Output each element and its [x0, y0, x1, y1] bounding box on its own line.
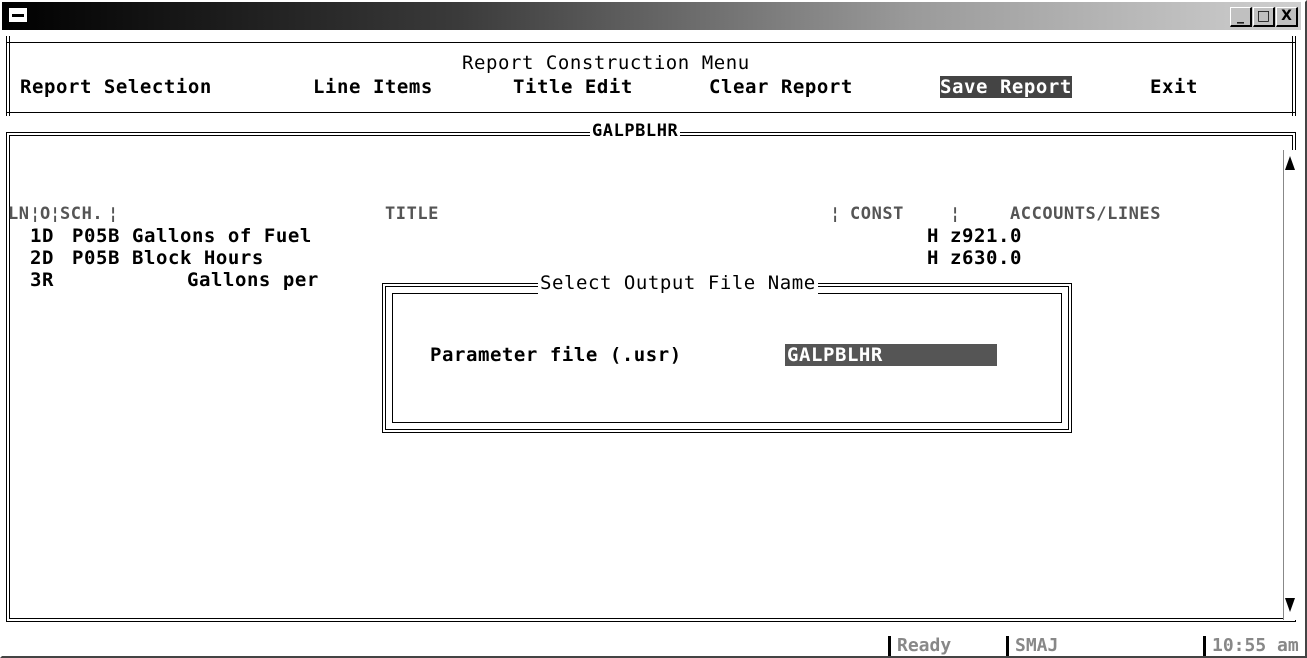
status-user: SMAJ [1006, 636, 1115, 656]
row-1-o: D [42, 225, 54, 247]
row-3-title: Gallons per [187, 269, 319, 291]
header-sch: SCH. [60, 204, 104, 224]
system-menu-icon[interactable] [8, 7, 28, 23]
row-2-o: D [42, 247, 54, 269]
parameter-file-input[interactable]: GALPBLHR [785, 344, 997, 366]
maximize-icon[interactable]: □ [1253, 7, 1275, 27]
row-1-sch: P05B [72, 225, 120, 247]
header-const: CONST [850, 204, 904, 224]
parameter-file-label: Parameter file (.usr) [430, 344, 682, 366]
scroll-down-icon[interactable] [1285, 598, 1295, 612]
row-3-o: R [42, 269, 54, 291]
row-2-title: Block Hours [132, 247, 264, 269]
header-title: TITLE [385, 204, 439, 224]
menu-item-exit[interactable]: Exit [1150, 76, 1198, 98]
status-bar: Ready SMAJ 10:55 am [0, 634, 1303, 656]
vertical-scrollbar[interactable] [1283, 150, 1297, 620]
row-3-ln: 3 [30, 269, 42, 291]
menu-title: Report Construction Menu [460, 52, 752, 74]
title-bar[interactable]: _ □ X [2, 2, 1301, 30]
status-time: 10:55 am [1203, 636, 1302, 656]
header-accounts: ACCOUNTS/LINES [1010, 204, 1161, 224]
dialog-title: Select Output File Name [538, 272, 818, 294]
menu-item-clear-report[interactable]: Clear Report [709, 76, 853, 98]
menu-item-save-report[interactable]: Save Report [940, 76, 1072, 98]
row-2-const: H [927, 247, 939, 269]
row-1-title: Gallons of Fuel [132, 225, 312, 247]
close-icon[interactable]: X [1276, 7, 1298, 27]
status-state: Ready [888, 636, 1007, 656]
scroll-up-icon[interactable] [1285, 156, 1295, 170]
menu-item-line-items[interactable]: Line Items [313, 76, 433, 98]
header-ln: LN [8, 204, 30, 224]
row-2-accounts: z630.0 [950, 247, 1022, 269]
menu-item-title-edit[interactable]: Title Edit [513, 76, 633, 98]
row-2-sch: P05B [72, 247, 120, 269]
row-1-ln: 1 [30, 225, 42, 247]
report-name: GALPBLHR [590, 120, 681, 142]
menu-item-report-selection[interactable]: Report Selection [20, 76, 212, 98]
minimize-icon[interactable]: _ [1230, 7, 1252, 27]
row-1-const: H [927, 225, 939, 247]
row-1-accounts: z921.0 [950, 225, 1022, 247]
row-2-ln: 2 [30, 247, 42, 269]
